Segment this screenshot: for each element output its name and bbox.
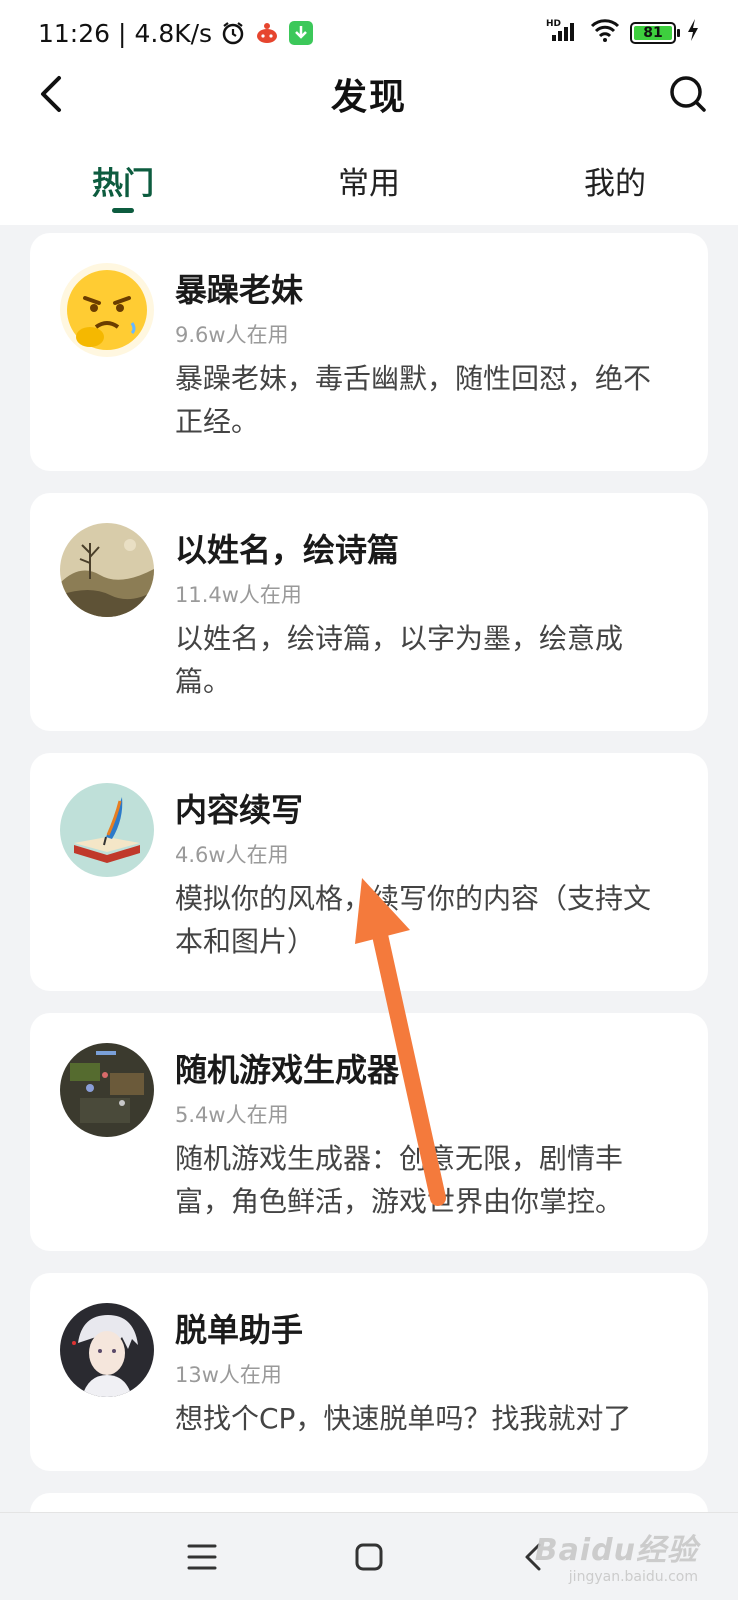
alarm-icon — [220, 20, 246, 46]
watermark-text: Baidu经验 — [534, 1533, 698, 1568]
network-speed: 4.8K/s — [134, 18, 213, 48]
card-title: 内容续写 — [175, 791, 304, 829]
tab-hot[interactable]: 热门 — [0, 148, 246, 218]
card-description: 随机游戏生成器：创意无限，剧情丰富，角色鲜活，游戏世界由你掌控。 — [175, 1142, 624, 1218]
tab-label: 常用 — [338, 166, 400, 202]
list-item[interactable]: 随机游戏生成器 5.4w人在用 随机游戏生成器：创意无限，剧情丰富，角色鲜活，游… — [30, 1013, 708, 1251]
svg-text:HD: HD — [546, 19, 561, 29]
card-usage-count: 11.4w人在用 — [175, 583, 302, 607]
quill-book-avatar — [60, 783, 154, 877]
card-usage-count: 5.4w人在用 — [175, 1103, 289, 1127]
app-notification-icon — [254, 20, 280, 46]
battery-icon: 81 — [630, 22, 680, 44]
home-icon[interactable] — [347, 1535, 391, 1579]
card-usage-count: 9.6w人在用 — [175, 323, 289, 347]
tab-label: 热门 — [92, 166, 154, 202]
game-scene-avatar — [60, 1043, 154, 1137]
list-item[interactable]: 内容续写 4.6w人在用 模拟你的风格，续写你的内容（支持文本和图片） — [30, 753, 708, 991]
charging-icon — [686, 18, 700, 48]
watermark-logo: Baidu经验 jingyan.baidu.com — [535, 1525, 698, 1585]
card-usage-count: 4.6w人在用 — [175, 843, 289, 867]
anime-character-avatar — [60, 1303, 154, 1397]
page-title: 发现 — [330, 77, 407, 118]
card-title: 脱单助手 — [175, 1311, 304, 1349]
tab-frequent[interactable]: 常用 — [246, 148, 492, 218]
card-description: 模拟你的风格，续写你的内容（支持文本和图片） — [175, 882, 652, 958]
wifi-icon — [590, 18, 620, 48]
list-item[interactable]: 以姓名，绘诗篇 11.4w人在用 以姓名，绘诗篇，以字为墨，绘意成篇。 — [30, 493, 708, 731]
tab-label: 我的 — [584, 166, 646, 202]
card-title: 暴躁老妹 — [175, 271, 304, 309]
list-item[interactable]: 脱单助手 13w人在用 想找个CP，快速脱单吗？找我就对了 — [30, 1273, 708, 1471]
status-bar: 11:26 | 4.8K/s HD 81 — [0, 0, 738, 66]
status-divider: | — [118, 18, 127, 48]
hd-signal-icon: HD — [546, 17, 580, 49]
list-item[interactable]: 暴躁老妹 9.6w人在用 暴躁老妹，毒舌幽默，随性回怼，绝不正经。 — [30, 233, 708, 471]
angry-emoji-avatar — [60, 263, 154, 357]
watermark-url: jingyan.baidu.com — [568, 1569, 698, 1585]
search-icon[interactable] — [666, 72, 710, 116]
bot-list: 暴躁老妹 9.6w人在用 暴躁老妹，毒舌幽默，随性回怼，绝不正经。 以姓名，绘诗… — [30, 233, 708, 1533]
download-icon — [288, 20, 314, 46]
back-arrow-icon[interactable] — [30, 72, 74, 116]
card-title: 以姓名，绘诗篇 — [175, 531, 400, 569]
battery-level: 81 — [634, 25, 672, 41]
tab-bar: 热门 常用 我的 — [0, 148, 738, 218]
card-usage-count: 13w人在用 — [175, 1363, 282, 1387]
tab-active-indicator — [112, 208, 134, 213]
status-time: 11:26 — [38, 18, 111, 48]
card-description: 以姓名，绘诗篇，以字为墨，绘意成篇。 — [175, 622, 624, 698]
menu-icon[interactable] — [180, 1535, 224, 1579]
header: 发现 — [0, 58, 738, 130]
tab-mine[interactable]: 我的 — [492, 148, 738, 218]
card-description: 想找个CP，快速脱单吗？找我就对了 — [175, 1402, 632, 1435]
landscape-painting-avatar — [60, 523, 154, 617]
card-title: 随机游戏生成器 — [175, 1051, 400, 1089]
card-description: 暴躁老妹，毒舌幽默，随性回怼，绝不正经。 — [175, 362, 652, 438]
